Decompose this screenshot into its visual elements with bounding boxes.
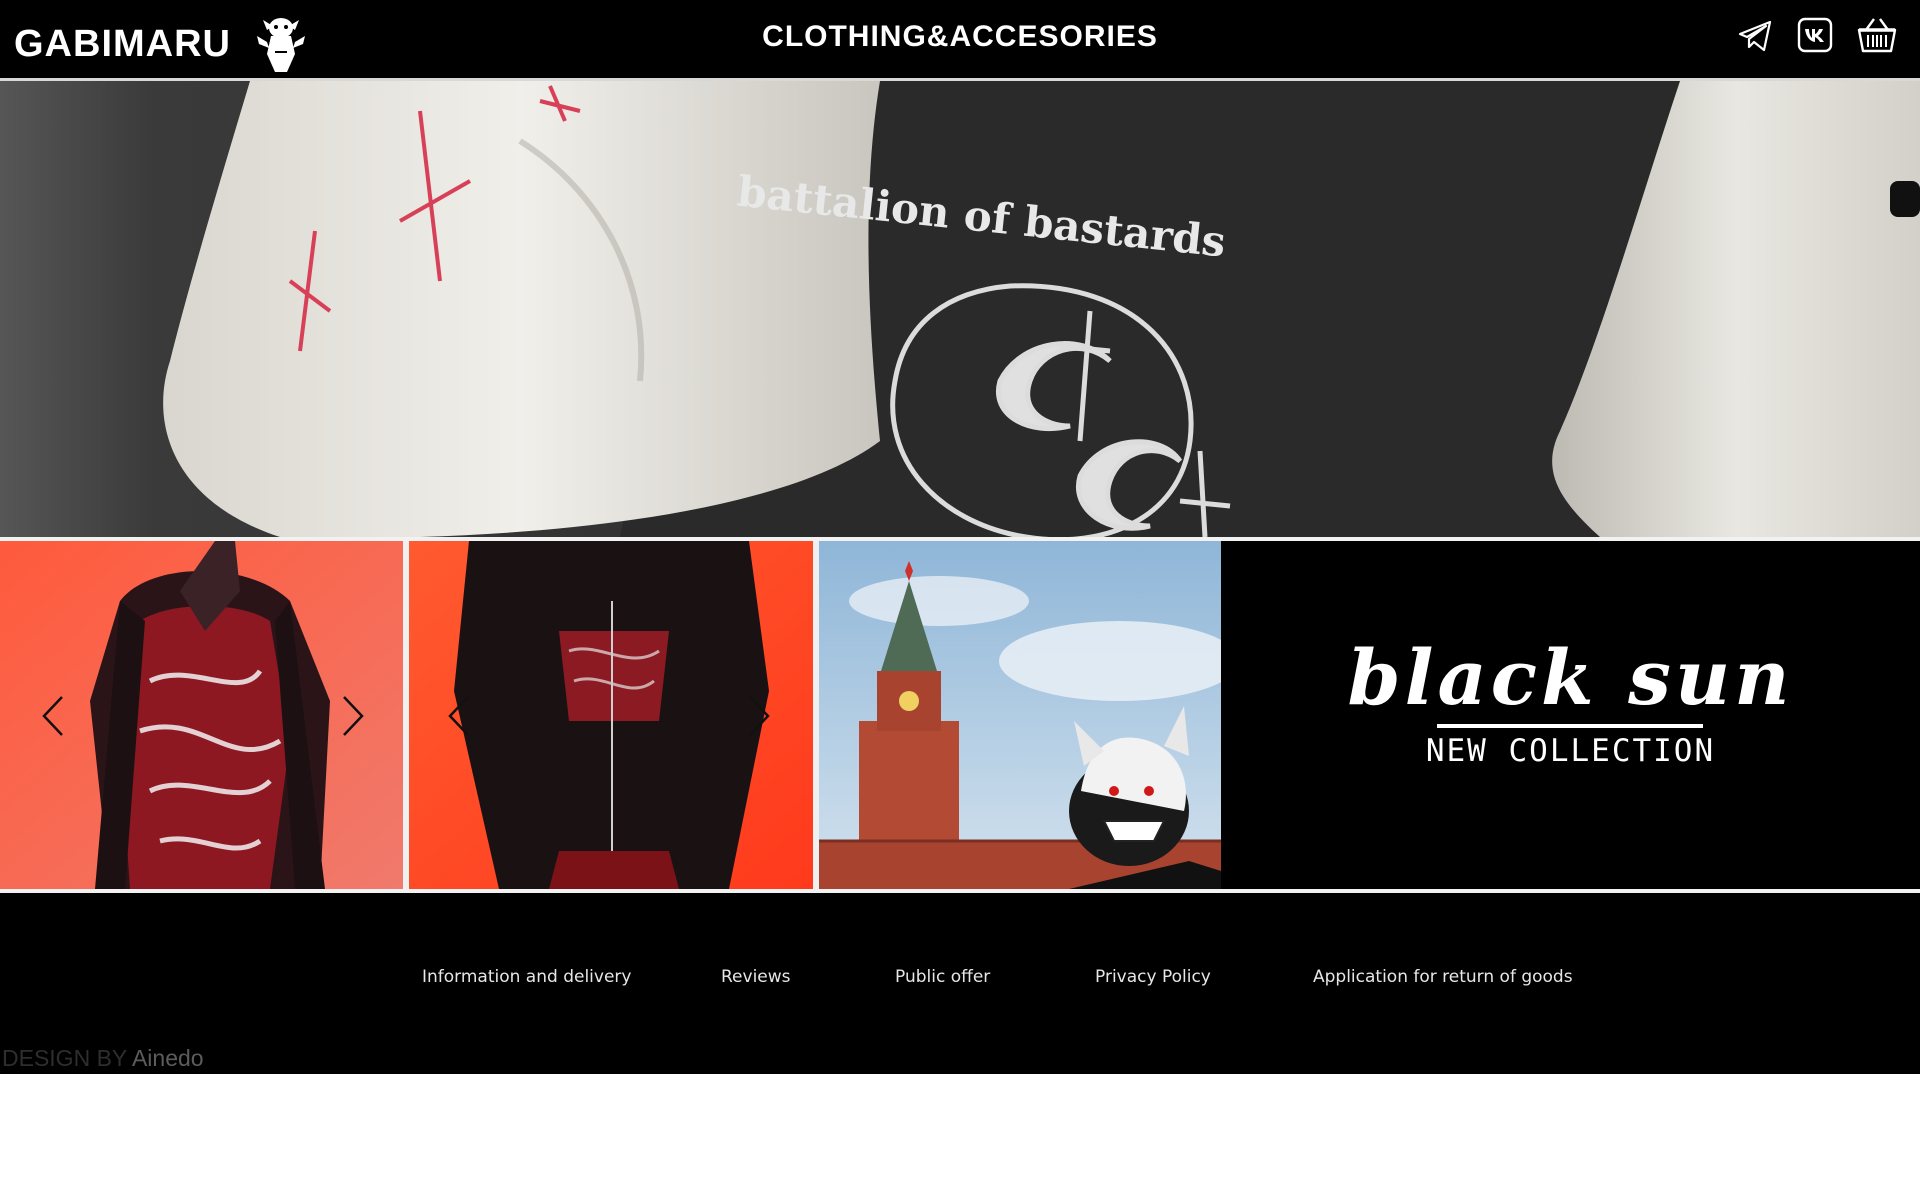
promo-subtitle: NEW COLLECTION xyxy=(1425,733,1716,769)
hero-banner: battalion of bastards xyxy=(0,81,1920,537)
prev-arrow-icon[interactable] xyxy=(444,691,474,741)
footer-link-public-offer[interactable]: Public offer xyxy=(895,967,990,987)
credit-prefix: DESIGN BY xyxy=(2,1045,127,1071)
product-grid: black sun NEW COLLECTION xyxy=(0,541,1920,889)
footer-link-information-delivery[interactable]: Information and delivery xyxy=(422,967,631,987)
next-arrow-icon[interactable] xyxy=(744,691,774,741)
footer-link-privacy-policy[interactable]: Privacy Policy xyxy=(1095,967,1211,987)
product-card-sweater[interactable] xyxy=(0,541,403,889)
promo-underline xyxy=(1437,724,1703,728)
prev-arrow-icon[interactable] xyxy=(38,691,68,741)
footer-link-reviews[interactable]: Reviews xyxy=(721,967,791,987)
next-arrow-icon[interactable] xyxy=(338,691,368,741)
hero-photo: battalion of bastards xyxy=(163,81,1920,537)
telegram-icon[interactable] xyxy=(1736,16,1774,54)
page-title: CLOTHING&ACCESORIES xyxy=(762,20,1158,53)
product-card-zip-hoodie[interactable] xyxy=(409,541,813,889)
site-footer: Information and delivery Reviews Public … xyxy=(0,893,1920,1074)
site-header: GABIMARU CLOTHING&ACCESORIES xyxy=(0,0,1920,78)
vk-icon[interactable] xyxy=(1796,16,1834,54)
footer-nav: Information and delivery Reviews Public … xyxy=(0,967,1920,997)
design-credit: DESIGN BY Ainedo xyxy=(2,1045,204,1072)
credit-name[interactable]: Ainedo xyxy=(132,1045,204,1071)
basket-icon[interactable] xyxy=(1856,16,1898,54)
lookbook-image xyxy=(819,541,1221,889)
header-actions xyxy=(1736,16,1898,54)
promo-new-collection[interactable]: black sun NEW COLLECTION xyxy=(1221,541,1920,889)
lookbook-photo-kremlin[interactable] xyxy=(819,541,1221,889)
promo-title: black sun xyxy=(1347,633,1794,722)
footer-link-return-goods[interactable]: Application for return of goods xyxy=(1313,967,1573,987)
